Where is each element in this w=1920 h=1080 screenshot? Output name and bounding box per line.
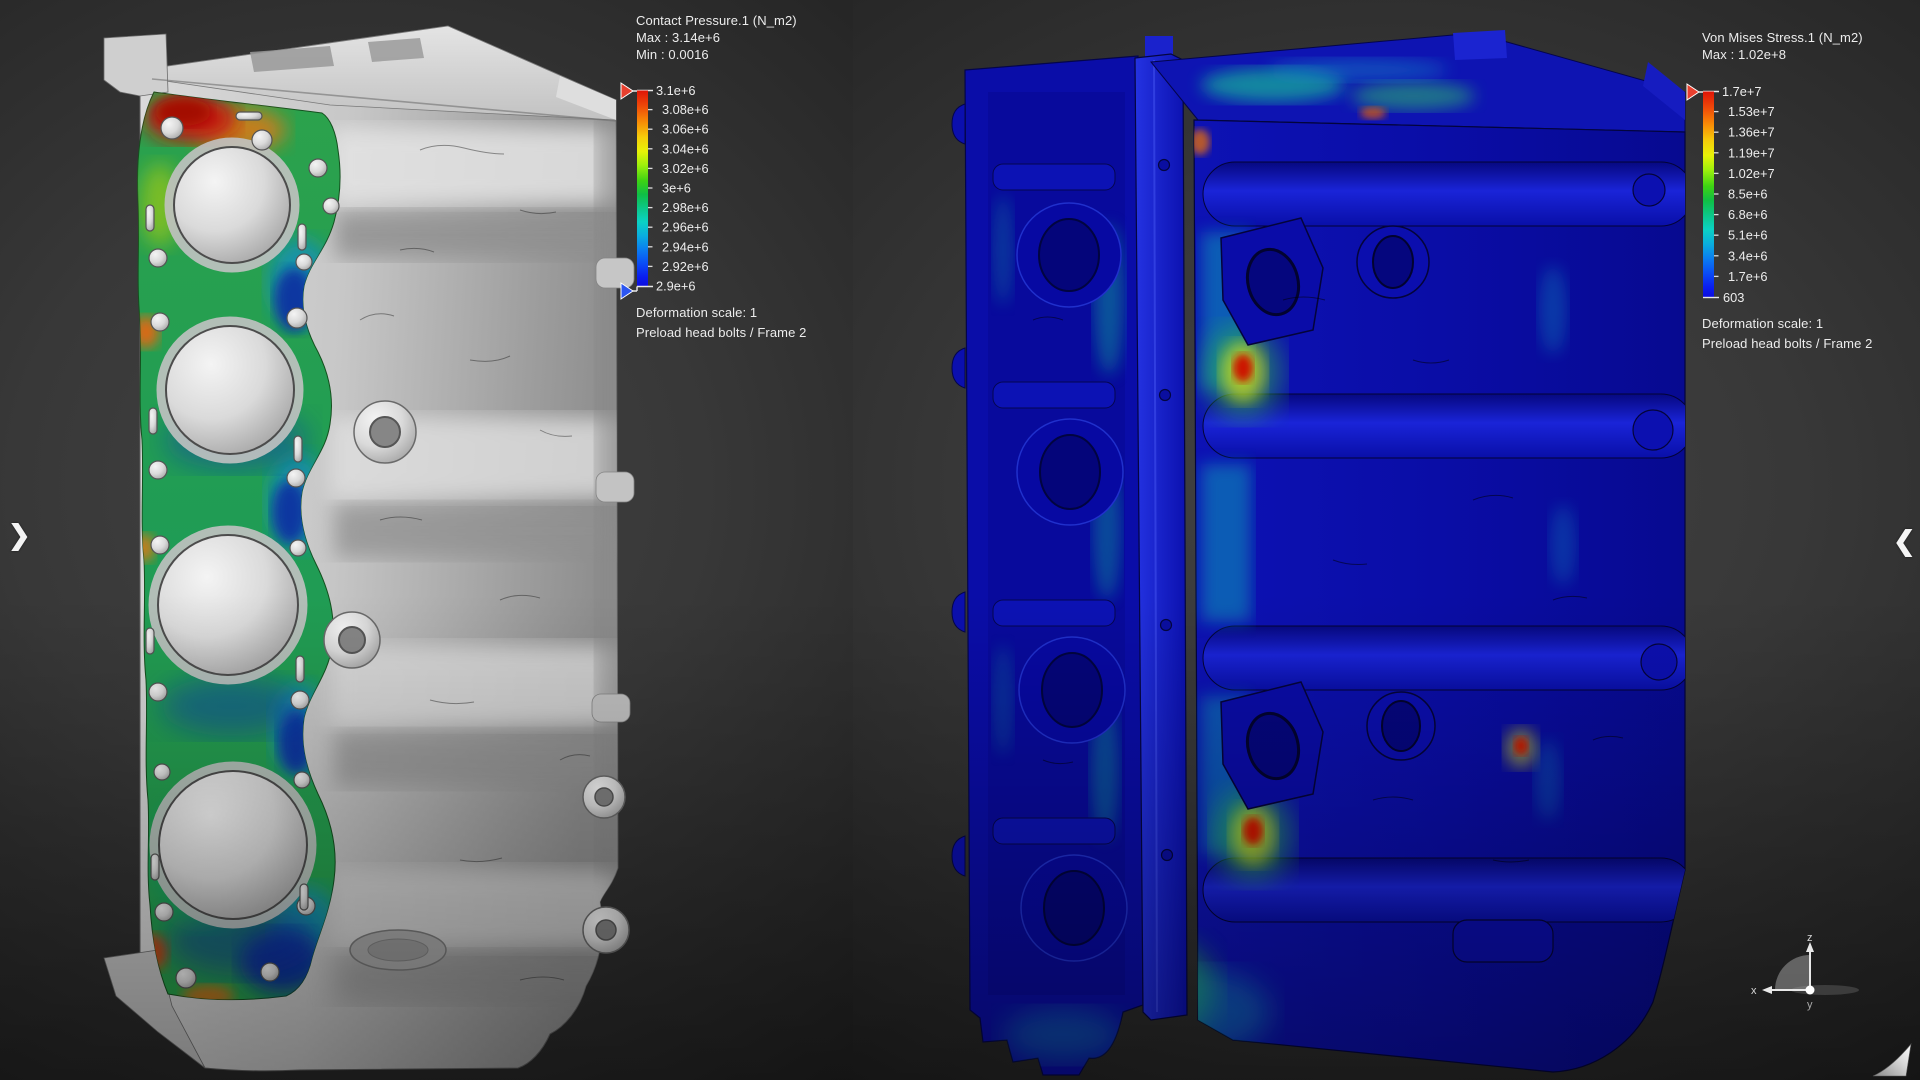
x-axis-label: x bbox=[1751, 985, 1757, 997]
contact-pressure-legend: Contact Pressure.1 (N_m2) Max : 3.14e+6 … bbox=[636, 13, 886, 383]
legend-max-value: Max : 1.02e+8 bbox=[1702, 47, 1786, 62]
tick-label: 1.36e+7 bbox=[1728, 125, 1775, 140]
max-range-arrow[interactable] bbox=[1687, 84, 1699, 100]
crankcase-face bbox=[952, 56, 1143, 1075]
expand-right-panel-chevron[interactable]: ❮ bbox=[1893, 526, 1916, 556]
block-corner-post bbox=[104, 34, 168, 96]
z-axis-label: z bbox=[1807, 932, 1813, 944]
resize-corner-handle[interactable] bbox=[1869, 1040, 1919, 1080]
tick-label: 8.5e+6 bbox=[1728, 187, 1768, 202]
tick-label: 3.4e+6 bbox=[1728, 248, 1768, 263]
y-axis-dot bbox=[1806, 986, 1815, 995]
colorbar-ticks bbox=[648, 110, 653, 267]
tick-label: 1.7e+7 bbox=[1722, 84, 1762, 99]
tick-label: 603 bbox=[1723, 290, 1744, 305]
crankcase-bolt-ears bbox=[952, 104, 965, 876]
tick-label: 2.92e+6 bbox=[662, 259, 709, 274]
postprocessor-stage: Contact Pressure.1 (N_m2) Max : 3.14e+6 … bbox=[0, 0, 1920, 1080]
tick-label: 3.08e+6 bbox=[662, 102, 709, 117]
cylinder-bore-3 bbox=[153, 530, 303, 680]
tick-label: 2.98e+6 bbox=[662, 200, 709, 215]
deformation-scale-label: Deformation scale: 1 bbox=[1702, 316, 1823, 331]
tick-label: 3e+6 bbox=[662, 181, 691, 196]
expand-left-panel-chevron[interactable]: ❯ bbox=[8, 520, 31, 550]
colorbar-gradient bbox=[1703, 92, 1714, 298]
tick-label: 3.02e+6 bbox=[662, 161, 709, 176]
block-edge-rail bbox=[1135, 36, 1187, 1020]
block-top-deck bbox=[1151, 30, 1685, 132]
triad-sector bbox=[1775, 955, 1810, 990]
tick-label: 2.94e+6 bbox=[662, 239, 709, 254]
x-axis-arrow bbox=[1762, 986, 1772, 994]
viewport-contact-pressure[interactable]: Contact Pressure.1 (N_m2) Max : 3.14e+6 … bbox=[0, 0, 853, 1080]
cylinder-bore-2 bbox=[161, 321, 299, 459]
tick-label: 3.06e+6 bbox=[662, 122, 709, 137]
tick-label: 2.9e+6 bbox=[656, 279, 696, 294]
contact-pressure-colorbar: 3.1e+6 3.08e+6 3.06e+6 3.04e+6 3.02e+6 3… bbox=[618, 71, 818, 321]
deformation-scale-label: Deformation scale: 1 bbox=[636, 305, 757, 320]
axis-triad[interactable]: z x y bbox=[1745, 932, 1875, 1018]
legend-max-value: Max : 3.14e+6 bbox=[636, 30, 720, 45]
cylinder-bore-1 bbox=[169, 142, 295, 268]
tick-label: 3.04e+6 bbox=[662, 141, 709, 156]
colorbar-gradient bbox=[637, 91, 648, 287]
tick-label: 5.1e+6 bbox=[1728, 228, 1768, 243]
von-mises-colorbar: 1.7e+7 1.53e+7 1.36e+7 1.19e+7 1.02e+7 8… bbox=[1684, 72, 1884, 332]
tick-label: 1.7e+6 bbox=[1728, 269, 1768, 284]
tick-label: 2.96e+6 bbox=[662, 220, 709, 235]
cylinder-bore-4 bbox=[154, 766, 312, 924]
y-axis-label: y bbox=[1807, 999, 1813, 1011]
tick-label: 6.8e+6 bbox=[1728, 207, 1768, 222]
viewport-von-mises-stress[interactable]: Von Mises Stress.1 (N_m2) Max : 1.02e+8 bbox=[853, 0, 1920, 1080]
tick-label: 1.53e+7 bbox=[1728, 104, 1775, 119]
colorbar-ticks bbox=[1714, 112, 1719, 277]
legend-title: Contact Pressure.1 (N_m2) bbox=[636, 13, 797, 28]
tick-label: 1.19e+7 bbox=[1728, 145, 1775, 160]
legend-title: Von Mises Stress.1 (N_m2) bbox=[1702, 30, 1863, 45]
frame-label: Preload head bolts / Frame 2 bbox=[636, 325, 806, 340]
tick-label: 1.02e+7 bbox=[1728, 166, 1775, 181]
min-range-arrow[interactable] bbox=[621, 283, 633, 299]
legend-min-value: Min : 0.0016 bbox=[636, 47, 709, 62]
frame-label: Preload head bolts / Frame 2 bbox=[1702, 336, 1872, 351]
tick-label: 3.1e+6 bbox=[656, 83, 696, 98]
von-mises-legend: Von Mises Stress.1 (N_m2) Max : 1.02e+8 bbox=[1702, 30, 1920, 400]
max-range-arrow[interactable] bbox=[621, 83, 633, 99]
